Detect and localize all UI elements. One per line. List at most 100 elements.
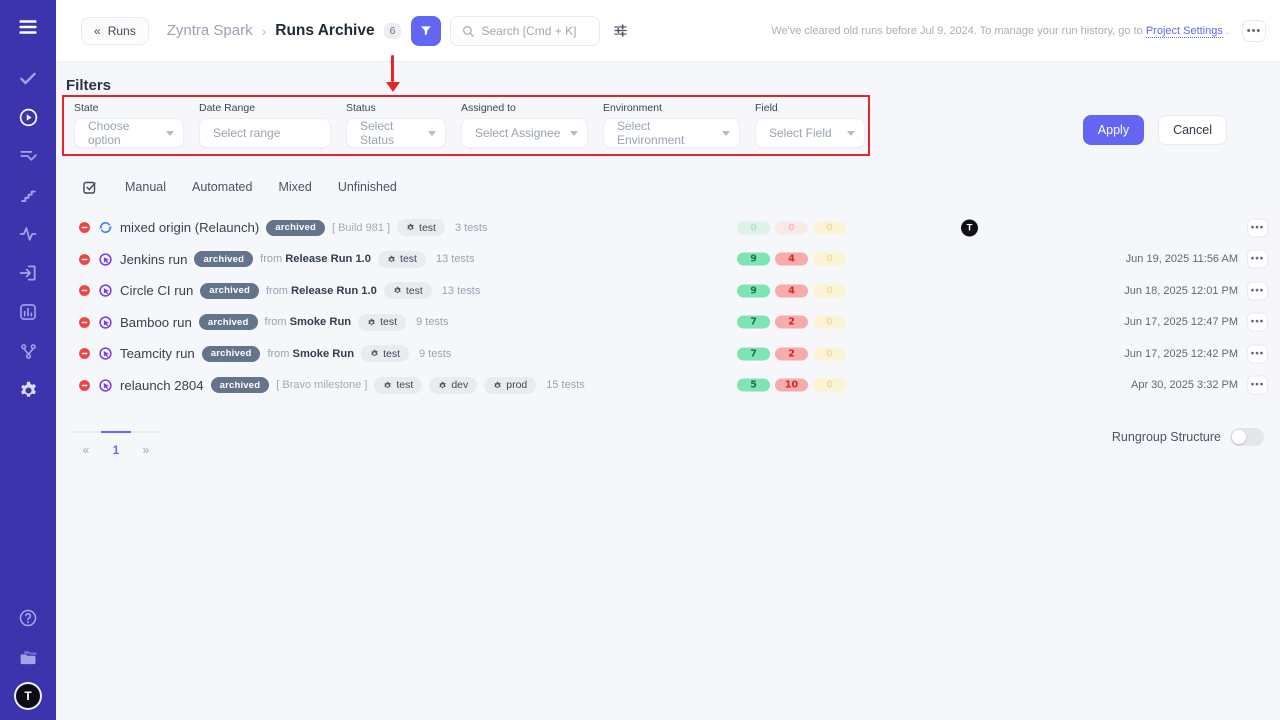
skip-count-pill: 0 bbox=[813, 316, 846, 329]
back-to-runs-button[interactable]: « Runs bbox=[81, 17, 149, 45]
run-row-left: relaunch 2804archived[ Bravo milestone ]… bbox=[78, 370, 585, 402]
fail-count-pill: 4 bbox=[775, 253, 808, 266]
run-name[interactable]: Bamboo run bbox=[120, 315, 192, 330]
assignee-avatar[interactable]: T bbox=[961, 219, 978, 236]
filter-label-environment: Environment bbox=[603, 102, 740, 114]
run-more-button[interactable]: ••• bbox=[1247, 376, 1268, 395]
rungroup-structure-label: Rungroup Structure bbox=[1112, 430, 1221, 444]
filter-select-field[interactable]: Select Field bbox=[755, 118, 865, 148]
run-row[interactable]: relaunch 2804archived[ Bravo milestone ]… bbox=[56, 370, 1280, 402]
run-row-left: mixed origin (Relaunch)archived[ Build 9… bbox=[78, 212, 487, 244]
runs-list: mixed origin (Relaunch)archived[ Build 9… bbox=[56, 212, 1280, 401]
breadcrumb-project[interactable]: Zyntra Spark bbox=[167, 22, 253, 39]
run-name[interactable]: Teamcity run bbox=[120, 346, 195, 361]
tag-pill-test[interactable]: test bbox=[378, 251, 426, 268]
run-source: from Smoke Run bbox=[265, 316, 352, 328]
activity-icon bbox=[18, 224, 38, 244]
rungroup-structure: Rungroup Structure bbox=[1112, 428, 1264, 446]
sidebar-item-activity[interactable] bbox=[16, 222, 40, 246]
run-row[interactable]: Bamboo runarchivedfrom Smoke Runtest9 te… bbox=[56, 307, 1280, 339]
user-avatar[interactable]: T bbox=[16, 684, 40, 708]
run-more-button[interactable]: ••• bbox=[1247, 250, 1268, 269]
run-row[interactable]: mixed origin (Relaunch)archived[ Build 9… bbox=[56, 212, 1280, 244]
search-input[interactable] bbox=[481, 24, 589, 38]
run-row[interactable]: Teamcity runarchivedfrom Smoke Runtest9 … bbox=[56, 338, 1280, 370]
cancel-button[interactable]: Cancel bbox=[1158, 115, 1227, 145]
page-title: Runs Archive bbox=[275, 22, 374, 40]
search-box[interactable] bbox=[450, 16, 600, 46]
apply-button[interactable]: Apply bbox=[1083, 115, 1144, 145]
sidebar-item-import[interactable] bbox=[16, 261, 40, 285]
run-row[interactable]: Circle CI runarchivedfrom Release Run 1.… bbox=[56, 275, 1280, 307]
sidebar-item-folders[interactable] bbox=[16, 645, 40, 669]
tag-pill-test[interactable]: test bbox=[361, 345, 409, 362]
filter-placeholder-status: Select Status bbox=[360, 119, 422, 147]
tag-pill-dev[interactable]: dev bbox=[429, 377, 477, 394]
run-name[interactable]: Circle CI run bbox=[120, 283, 193, 298]
sidebar-item-git-branch[interactable] bbox=[16, 339, 40, 363]
sidebar-item-help[interactable] bbox=[16, 606, 40, 630]
sidebar: T bbox=[0, 0, 56, 720]
pagination-page-1[interactable]: 1 bbox=[101, 431, 131, 457]
tag-pill-test[interactable]: test bbox=[374, 377, 422, 394]
filter-button[interactable] bbox=[411, 16, 441, 46]
breadcrumb: Zyntra Spark › Runs Archive 6 bbox=[167, 22, 402, 40]
filter-select-status[interactable]: Select Status bbox=[346, 118, 446, 148]
run-tests-count: 9 tests bbox=[416, 316, 448, 328]
notice-suffix: . bbox=[1223, 25, 1229, 37]
check-icon bbox=[18, 68, 38, 88]
select-all-icon[interactable] bbox=[81, 178, 99, 196]
tab-mixed[interactable]: Mixed bbox=[278, 180, 311, 194]
filter-select-environment[interactable]: Select Environment bbox=[603, 118, 740, 148]
rungroup-structure-toggle[interactable] bbox=[1230, 428, 1264, 446]
gear-icon bbox=[387, 255, 396, 264]
run-more-button[interactable]: ••• bbox=[1247, 218, 1268, 237]
chevron-down-icon bbox=[847, 131, 855, 136]
tag-pill-test[interactable]: test bbox=[384, 282, 432, 299]
skip-count-pill: 0 bbox=[813, 379, 846, 392]
sidebar-item-steps[interactable] bbox=[16, 183, 40, 207]
filter-placeholder-field: Select Field bbox=[769, 126, 832, 140]
tab-automated[interactable]: Automated bbox=[192, 180, 252, 194]
filters-highlight-box: StateChoose optionDate RangeSelect range… bbox=[62, 95, 870, 156]
tag-pill-test[interactable]: test bbox=[397, 219, 445, 236]
header-more-button[interactable]: ••• bbox=[1242, 20, 1266, 42]
skip-count-pill: 0 bbox=[813, 347, 846, 360]
tab-unfinished[interactable]: Unfinished bbox=[338, 180, 397, 194]
tag-pill-prod[interactable]: prod bbox=[484, 377, 536, 394]
gear-icon bbox=[18, 380, 39, 401]
git-branch-icon bbox=[19, 342, 38, 361]
sidebar-item-check[interactable] bbox=[16, 66, 40, 90]
sidebar-item-bar-chart[interactable] bbox=[16, 300, 40, 324]
filter-select-assigned-to[interactable]: Select Assignee bbox=[461, 118, 588, 148]
run-name[interactable]: relaunch 2804 bbox=[120, 378, 204, 393]
run-date: Jun 17, 2025 12:47 PM bbox=[1124, 316, 1238, 328]
run-row[interactable]: Jenkins runarchivedfrom Release Run 1.0t… bbox=[56, 244, 1280, 276]
run-result-counts: 720 bbox=[737, 347, 846, 360]
tag-pill-test[interactable]: test bbox=[358, 314, 406, 331]
adjustments-icon[interactable] bbox=[612, 22, 629, 39]
run-more-button[interactable]: ••• bbox=[1247, 313, 1268, 332]
menu-button[interactable] bbox=[16, 15, 40, 39]
run-more-button[interactable]: ••• bbox=[1247, 281, 1268, 300]
pagination-prev[interactable]: « bbox=[71, 431, 101, 457]
run-name[interactable]: mixed origin (Relaunch) bbox=[120, 220, 259, 235]
blocked-icon bbox=[78, 379, 91, 392]
sidebar-item-list-check[interactable] bbox=[16, 144, 40, 168]
filter-field-status: Status Select Status bbox=[346, 102, 446, 148]
filter-label-status: Status bbox=[346, 102, 446, 114]
automated-run-icon bbox=[98, 346, 113, 361]
sidebar-bottom: T bbox=[16, 606, 40, 708]
filter-placeholder-environment: Select Environment bbox=[617, 119, 716, 147]
run-more-button[interactable]: ••• bbox=[1247, 344, 1268, 363]
project-settings-link[interactable]: Project Settings bbox=[1146, 25, 1223, 38]
archived-badge: archived bbox=[266, 220, 325, 236]
sidebar-item-play-circle[interactable] bbox=[16, 105, 40, 129]
filter-input-date-range[interactable]: Select range bbox=[199, 118, 331, 148]
run-name[interactable]: Jenkins run bbox=[120, 252, 187, 267]
pagination-next[interactable]: » bbox=[131, 431, 161, 457]
tab-manual[interactable]: Manual bbox=[125, 180, 166, 194]
filter-select-state[interactable]: Choose option bbox=[74, 118, 184, 148]
sidebar-item-gear[interactable] bbox=[16, 378, 40, 402]
steps-icon bbox=[19, 186, 38, 205]
